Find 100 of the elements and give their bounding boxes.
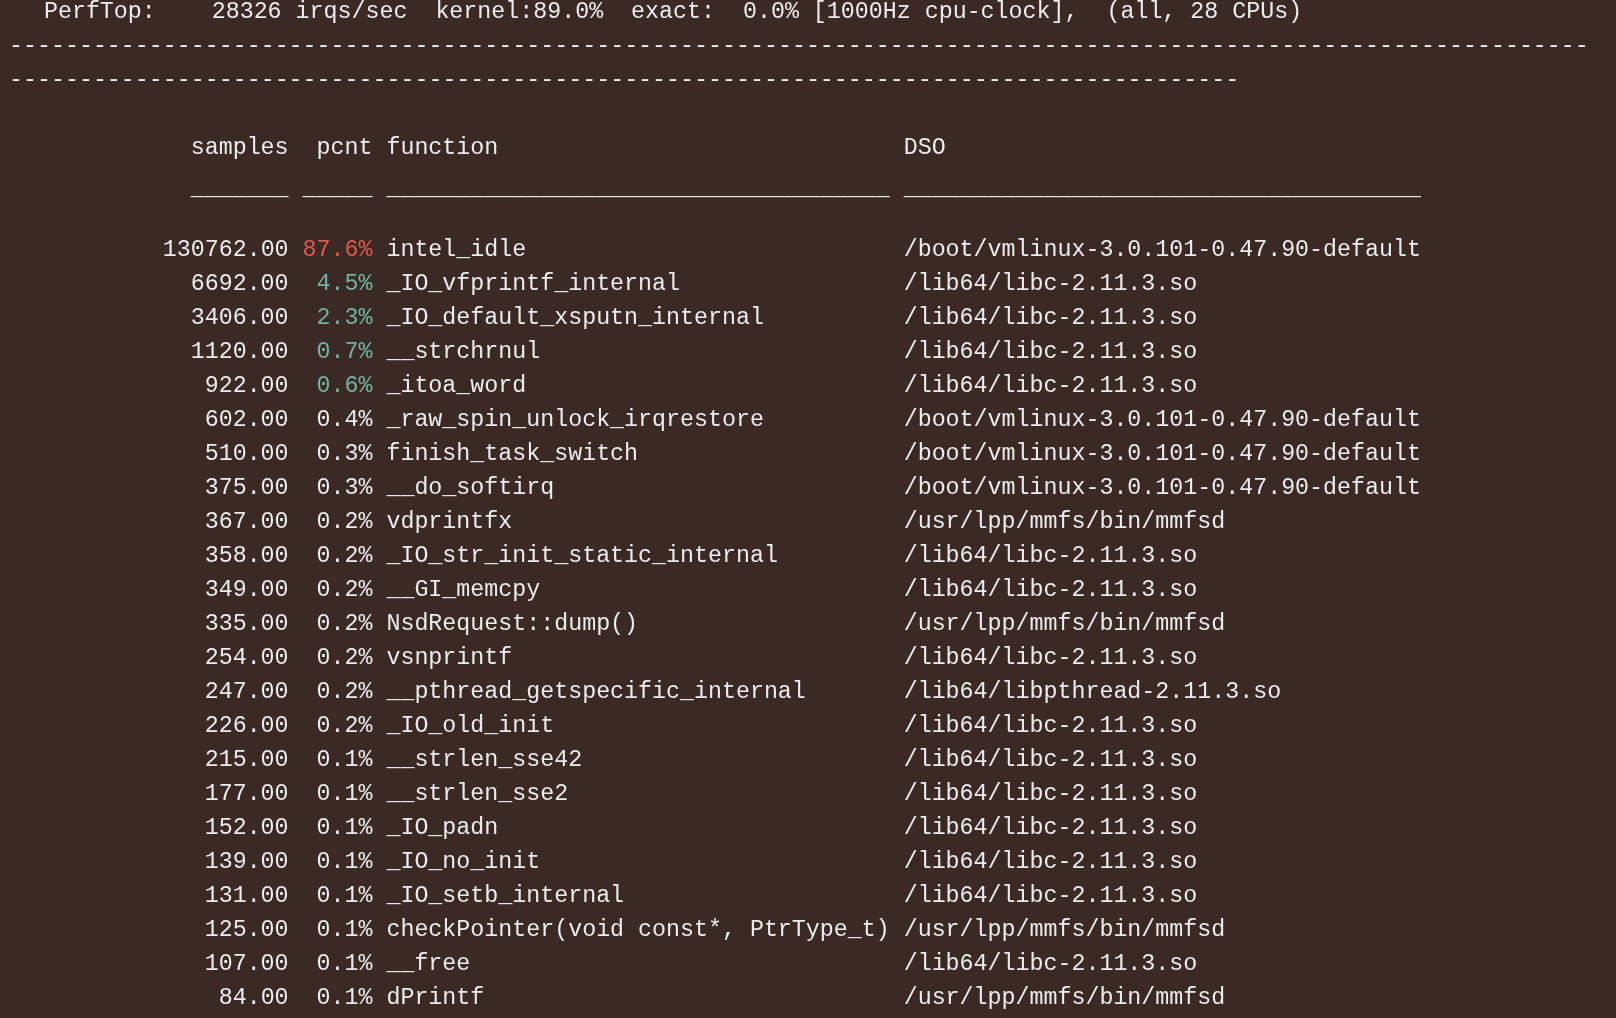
samples-value: 177.00 xyxy=(204,781,289,807)
percent-value: 0.2% xyxy=(316,645,373,671)
function-name: __free xyxy=(386,951,471,977)
percent-value: 0.1% xyxy=(316,985,373,1011)
column-header: samples xyxy=(190,135,289,161)
samples-value: 152.00 xyxy=(204,815,289,841)
samples-value: 139.00 xyxy=(204,849,289,875)
function-name: __do_softirq xyxy=(386,475,555,501)
function-name: vsnprintf xyxy=(386,645,513,671)
dso-path: /usr/lpp/mmfs/bin/mmfsd xyxy=(903,985,1226,1011)
dso-path: /usr/lpp/mmfs/bin/mmfsd xyxy=(903,509,1226,535)
samples-value: 6692.00 xyxy=(190,271,289,297)
dso-path: /lib64/libc-2.11.3.so xyxy=(903,747,1198,773)
column-underline: _______ xyxy=(190,176,289,202)
function-name: _IO_padn xyxy=(386,815,499,841)
samples-value: 131.00 xyxy=(204,883,289,909)
column-underline: _____ xyxy=(302,176,373,202)
percent-value: 2.3% xyxy=(316,305,373,331)
percent-value: 0.1% xyxy=(316,917,373,943)
dso-path: /lib64/libc-2.11.3.so xyxy=(903,373,1198,399)
dso-path: /lib64/libc-2.11.3.so xyxy=(903,305,1198,331)
function-name: NsdRequest::dump() xyxy=(386,611,639,637)
dso-path: /lib64/libc-2.11.3.so xyxy=(903,883,1198,909)
column-underline: _____________________________________ xyxy=(903,176,1421,202)
function-name: __strchrnul xyxy=(386,339,541,365)
samples-value: 84.00 xyxy=(218,985,289,1011)
percent-value: 0.7% xyxy=(316,339,373,365)
percent-value: 0.1% xyxy=(316,781,373,807)
function-name: dPrintf xyxy=(386,985,485,1011)
dso-path: /lib64/libpthread-2.11.3.so xyxy=(903,679,1282,705)
percent-value: 4.5% xyxy=(316,271,373,297)
dso-path: /lib64/libc-2.11.3.so xyxy=(903,849,1198,875)
percent-value: 0.2% xyxy=(316,611,373,637)
column-header: function xyxy=(386,135,499,161)
dso-path: /lib64/libc-2.11.3.so xyxy=(903,339,1198,365)
samples-value: 367.00 xyxy=(204,509,289,535)
function-name: _IO_old_init xyxy=(386,713,555,739)
function-name: _IO_str_init_static_internal xyxy=(386,543,778,569)
percent-value: 0.2% xyxy=(316,713,373,739)
samples-value: 107.00 xyxy=(204,951,289,977)
percent-value: 0.2% xyxy=(316,577,373,603)
dso-path: /usr/lpp/mmfs/bin/mmfsd xyxy=(903,611,1226,637)
samples-value: 226.00 xyxy=(204,713,289,739)
dash-rule: ----------------------------------------------------------------------------------------------------------------- xyxy=(9,32,1589,61)
function-name: _IO_no_init xyxy=(386,849,541,875)
column-header: pcnt xyxy=(316,135,373,161)
dso-path: /boot/vmlinux-3.0.101-0.47.90-default xyxy=(903,441,1421,467)
samples-value: 130762.00 xyxy=(162,237,289,263)
function-name: __pthread_getspecific_internal xyxy=(386,679,806,705)
percent-value: 0.6% xyxy=(316,373,373,399)
percent-value: 0.2% xyxy=(316,543,373,569)
samples-value: 215.00 xyxy=(204,747,289,773)
percent-value: 0.2% xyxy=(316,679,373,705)
samples-value: 602.00 xyxy=(204,407,289,433)
function-name: _IO_default_xsputn_internal xyxy=(386,305,764,331)
samples-value: 3406.00 xyxy=(190,305,289,331)
column-underline: ____________________________________ xyxy=(386,176,890,202)
samples-value: 247.00 xyxy=(204,679,289,705)
function-name: __strlen_sse2 xyxy=(386,781,569,807)
percent-value: 0.1% xyxy=(316,815,373,841)
dso-path: /boot/vmlinux-3.0.101-0.47.90-default xyxy=(903,407,1421,433)
status-header: PerfTop: 28326 irqs/sec kernel:89.0% exact: 0.0% [1000Hz cpu-clock], (all, 28 CPUs) xyxy=(43,0,1303,27)
dso-path: /usr/lpp/mmfs/bin/mmfsd xyxy=(903,917,1226,943)
dso-path: /lib64/libc-2.11.3.so xyxy=(903,951,1198,977)
percent-value: 87.6% xyxy=(302,237,373,263)
dso-path: /lib64/libc-2.11.3.so xyxy=(903,543,1198,569)
samples-value: 510.00 xyxy=(204,441,289,467)
dash-rule: ---------------------------------------------------------------------------------------- xyxy=(9,66,1240,95)
dso-path: /lib64/libc-2.11.3.so xyxy=(903,577,1198,603)
column-header: DSO xyxy=(903,135,946,161)
percent-value: 0.2% xyxy=(316,509,373,535)
percent-value: 0.3% xyxy=(316,475,373,501)
percent-value: 0.1% xyxy=(316,849,373,875)
dso-path: /lib64/libc-2.11.3.so xyxy=(903,271,1198,297)
function-name: _itoa_word xyxy=(386,373,527,399)
percent-value: 0.1% xyxy=(316,747,373,773)
function-name: finish_task_switch xyxy=(386,441,639,467)
samples-value: 1120.00 xyxy=(190,339,289,365)
function-name: _IO_vfprintf_internal xyxy=(386,271,680,297)
dso-path: /lib64/libc-2.11.3.so xyxy=(903,815,1198,841)
samples-value: 125.00 xyxy=(204,917,289,943)
percent-value: 0.4% xyxy=(316,407,373,433)
percent-value: 0.1% xyxy=(316,883,373,909)
dso-path: /boot/vmlinux-3.0.101-0.47.90-default xyxy=(903,475,1421,501)
samples-value: 375.00 xyxy=(204,475,289,501)
function-name: _raw_spin_unlock_irqrestore xyxy=(386,407,764,433)
function-name: vdprintfx xyxy=(386,509,513,535)
dso-path: /lib64/libc-2.11.3.so xyxy=(903,713,1198,739)
dso-path: /boot/vmlinux-3.0.101-0.47.90-default xyxy=(903,237,1421,263)
samples-value: 922.00 xyxy=(204,373,289,399)
function-name: intel_idle xyxy=(386,237,527,263)
samples-value: 335.00 xyxy=(204,611,289,637)
percent-value: 0.3% xyxy=(316,441,373,467)
samples-value: 358.00 xyxy=(204,543,289,569)
function-name: __GI_memcpy xyxy=(386,577,541,603)
function-name: _IO_setb_internal xyxy=(386,883,625,909)
dso-path: /lib64/libc-2.11.3.so xyxy=(903,781,1198,807)
dso-path: /lib64/libc-2.11.3.so xyxy=(903,645,1198,671)
function-name: __strlen_sse42 xyxy=(386,747,583,773)
samples-value: 254.00 xyxy=(204,645,289,671)
